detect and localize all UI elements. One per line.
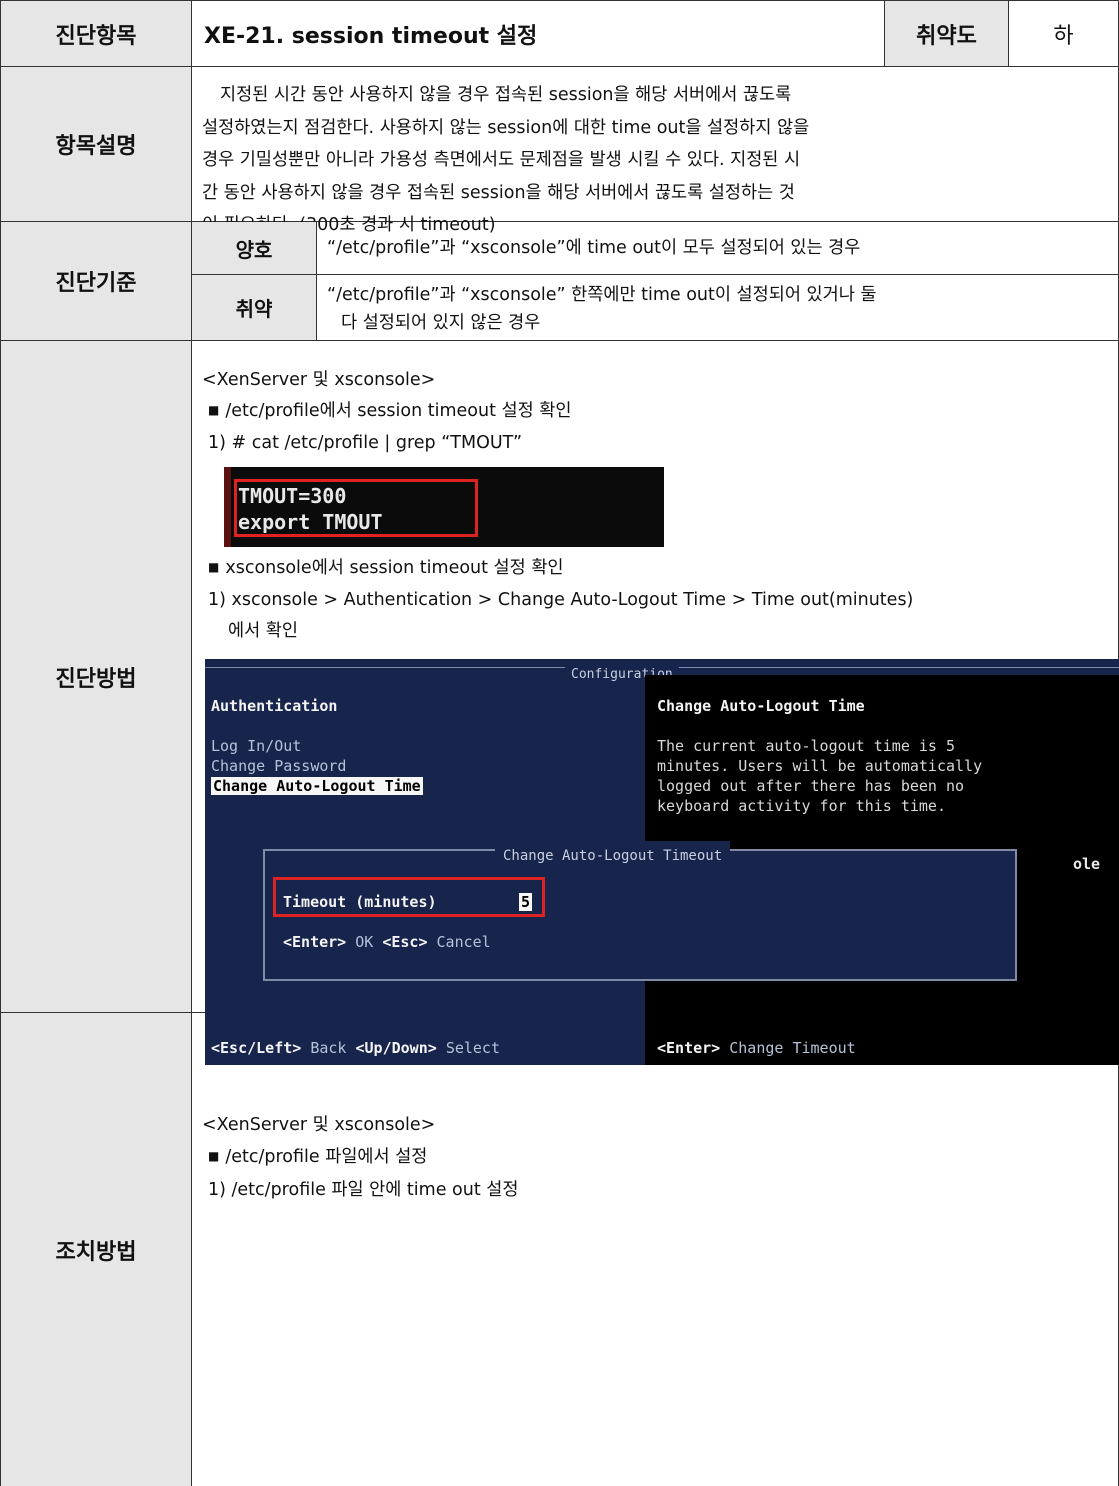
method-heading: <XenServer 및 xsconsole>	[202, 370, 436, 390]
timeout-dialog: Change Auto-Logout Timeout Timeout (minu…	[263, 841, 1017, 981]
severity-value: 하	[1009, 0, 1119, 67]
description-label-cell: 항목설명	[0, 67, 192, 222]
fix-content: <XenServer 및 xsconsole> ■/etc/profile 파일…	[192, 1013, 1119, 1486]
bullet-square-icon: ■	[208, 1149, 220, 1163]
bullet-square-icon: ■	[208, 403, 220, 417]
method-bullet: ■/etc/profile에서 session timeout 설정 확인	[208, 401, 572, 421]
xsconsole-screenshot: Configuration Authentication Log In/Out …	[205, 659, 1119, 1065]
description-text: 지정된 시간 동안 사용하지 않을 경우 접속된 session을 해당 서버에…	[192, 67, 1119, 235]
criteria-label-cell: 진단기준	[0, 222, 192, 341]
timeout-label: Timeout (minutes)	[283, 893, 437, 911]
good-criteria-text: “/etc/profile”과 “xsconsole”에 time out이 모…	[317, 222, 1119, 275]
method-label-cell: 진단방법	[0, 341, 192, 1013]
description-line: 지정된 시간 동안 사용하지 않을 경우 접속된 session을 해당 서버에…	[220, 85, 792, 105]
console-footer-right: <Enter> Change Timeout	[657, 1039, 856, 1057]
fix-step: 1) /etc/profile 파일 안에 time out 설정	[208, 1180, 519, 1200]
vulnerable-line: “/etc/profile”과 “xsconsole” 한쪽에만 time ou…	[327, 285, 877, 305]
bullet-square-icon: ■	[208, 560, 220, 574]
console-footer-left: <Esc/Left> Back <Up/Down> Select	[211, 1039, 500, 1057]
console-truncated-text: ole	[1073, 855, 1101, 873]
item-title: XE-21. session timeout 설정	[192, 0, 885, 67]
method-step: 1) xsconsole > Authentication > Change A…	[208, 590, 914, 610]
severity-label-cell: 취약도	[885, 0, 1009, 67]
description-line: 설정하였는지 점검한다. 사용하지 않는 session에 대한 time ou…	[202, 117, 810, 138]
fix-heading: <XenServer 및 xsconsole>	[202, 1115, 436, 1135]
fix-bullet: ■/etc/profile 파일에서 설정	[208, 1147, 428, 1167]
console-menu-item-selected: Change Auto-Logout Time	[211, 777, 423, 795]
good-label: 양호	[192, 222, 317, 275]
fix-label-cell: 조치방법	[0, 1013, 192, 1486]
dialog-title: Change Auto-Logout Timeout	[495, 841, 731, 872]
timeout-value: 5	[519, 893, 533, 911]
description-line: 간 동안 사용하지 않을 경우 접속된 session을 해당 서버에서 끊도록…	[202, 182, 795, 203]
console-right-heading: Change Auto-Logout Time	[657, 697, 865, 715]
vulnerable-criteria-text: “/etc/profile”과 “xsconsole” 한쪽에만 time ou…	[317, 275, 1119, 341]
security-checklist-table: 진단항목 XE-21. session timeout 설정 취약도 하 항목설…	[0, 0, 1119, 1486]
method-bullet: ■ xsconsole에서 session timeout 설정 확인	[208, 558, 564, 578]
description-line: 경우 기밀성뿐만 아니라 가용성 측면에서도 문제점을 발생 시킬 수 있다. …	[202, 150, 801, 170]
dialog-actions: <Enter> OK <Esc> Cancel	[283, 933, 491, 951]
console-left-heading: Authentication	[211, 697, 338, 715]
method-step: 에서 확인	[228, 621, 298, 641]
vulnerable-line: 다 설정되어 있지 않은 경우	[341, 313, 541, 333]
vulnerable-label: 취약	[192, 275, 317, 341]
item-label-cell: 진단항목	[0, 0, 192, 67]
terminal-line: export TMOUT	[238, 510, 383, 534]
method-content: <XenServer 및 xsconsole> ■/etc/profile에서 …	[192, 341, 1119, 1065]
terminal-screenshot: TMOUT=300 export TMOUT	[224, 467, 664, 547]
console-info-line: keyboard activity for this time.	[657, 797, 946, 815]
method-step: 1) # cat /etc/profile | grep “TMOUT”	[208, 433, 523, 453]
